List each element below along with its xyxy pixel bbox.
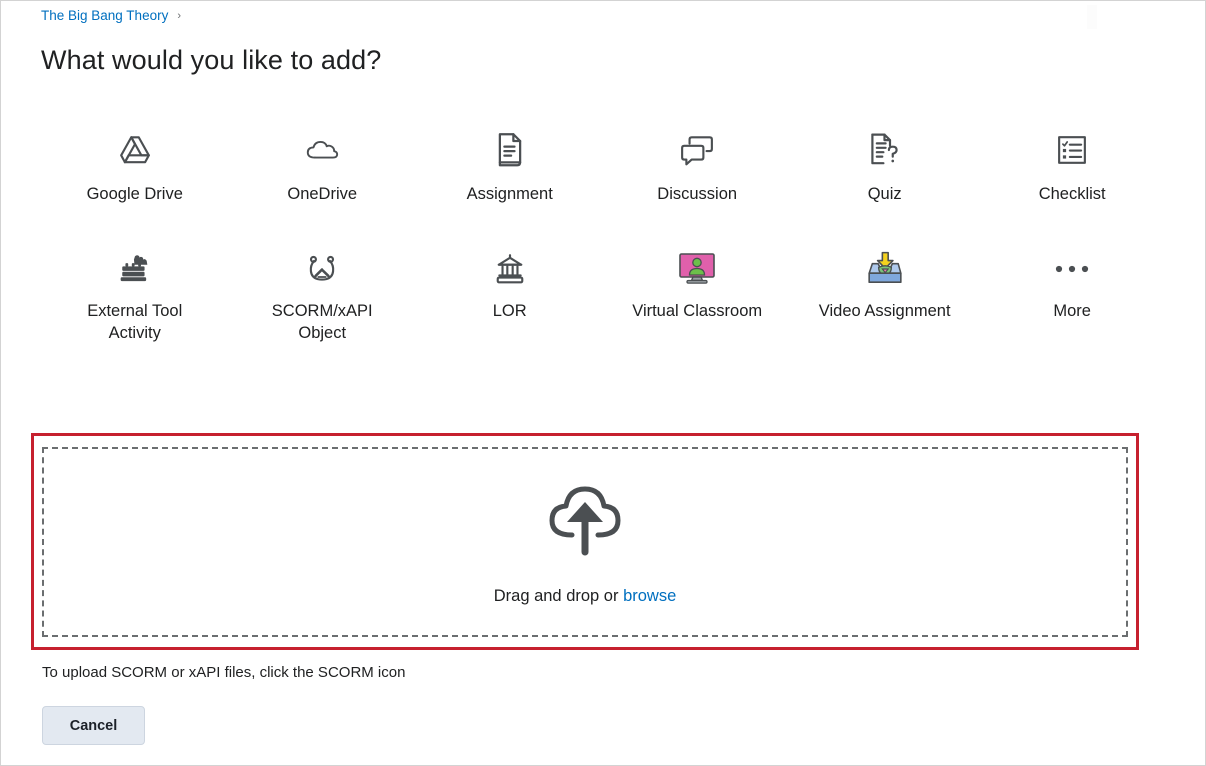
dropzone-text: Drag and drop or browse xyxy=(494,585,677,607)
tile-onedrive[interactable]: OneDrive xyxy=(228,121,415,205)
browse-link[interactable]: browse xyxy=(623,587,676,605)
assignment-document-icon xyxy=(494,127,526,173)
tile-lor[interactable]: LOR xyxy=(416,240,603,344)
chevron-right-icon: › xyxy=(177,10,181,22)
lor-bank-icon xyxy=(495,246,525,292)
tile-discussion[interactable]: Discussion xyxy=(603,121,790,205)
google-drive-icon xyxy=(118,127,152,173)
video-assignment-tray-icon xyxy=(866,246,904,292)
dropzone-text-prefix: Drag and drop or xyxy=(493,586,624,605)
cloud-upload-icon xyxy=(539,482,631,563)
tile-label: Google Drive xyxy=(86,185,183,203)
tile-label: Virtual Classroom xyxy=(632,302,763,320)
quiz-question-document-icon xyxy=(868,127,901,173)
tile-label: Discussion xyxy=(657,185,738,203)
tile-checklist[interactable]: Checklist xyxy=(978,121,1165,205)
activity-type-row-1: Google Drive OneDrive Assignment Discuss… xyxy=(41,121,1166,205)
breadcrumb: The Big Bang Theory › xyxy=(41,8,181,24)
tile-google-drive[interactable]: Google Drive xyxy=(41,121,228,205)
file-dropzone[interactable]: Drag and drop or browse xyxy=(42,447,1128,637)
tile-quiz[interactable]: Quiz xyxy=(791,121,978,205)
more-ellipsis-icon xyxy=(1053,246,1091,292)
tile-assignment[interactable]: Assignment xyxy=(416,121,603,205)
tile-label: External Tool Activity xyxy=(87,302,183,342)
cancel-button[interactable]: Cancel xyxy=(42,706,145,745)
tile-video-assignment[interactable]: Video Assignment xyxy=(791,240,978,344)
discussion-speech-bubbles-icon xyxy=(680,127,714,173)
scorm-xapi-icon xyxy=(306,246,338,292)
tile-label: Checklist xyxy=(1038,185,1106,203)
tile-more[interactable]: More xyxy=(978,240,1165,344)
scorm-upload-hint: To upload SCORM or xAPI files, click the… xyxy=(42,664,406,681)
onedrive-cloud-icon xyxy=(304,127,340,173)
tile-label: Assignment xyxy=(466,185,553,203)
activity-type-row-2: External Tool Activity SCORM/xAPI Object xyxy=(41,240,1166,344)
tile-label: Video Assignment xyxy=(818,302,951,320)
activity-type-grid: Google Drive OneDrive Assignment Discuss… xyxy=(41,121,1166,344)
tile-scorm-xapi-object[interactable]: SCORM/xAPI Object xyxy=(228,240,415,344)
tile-label: Quiz xyxy=(867,185,902,203)
add-activity-page: The Big Bang Theory › What would you lik… xyxy=(0,0,1206,766)
tile-virtual-classroom[interactable]: Virtual Classroom xyxy=(603,240,790,344)
tile-label: LOR xyxy=(492,302,527,320)
checklist-icon xyxy=(1057,127,1087,173)
tile-label: OneDrive xyxy=(287,185,358,203)
tile-external-tool-activity[interactable]: External Tool Activity xyxy=(41,240,228,344)
virtual-classroom-monitor-icon xyxy=(677,246,717,292)
breadcrumb-link-course[interactable]: The Big Bang Theory xyxy=(41,8,168,24)
tile-label: More xyxy=(1053,302,1091,320)
tile-label: SCORM/xAPI Object xyxy=(271,302,373,342)
external-tool-blocks-icon xyxy=(118,246,152,292)
page-title: What would you like to add? xyxy=(41,45,382,75)
render-artifact xyxy=(1087,5,1097,29)
